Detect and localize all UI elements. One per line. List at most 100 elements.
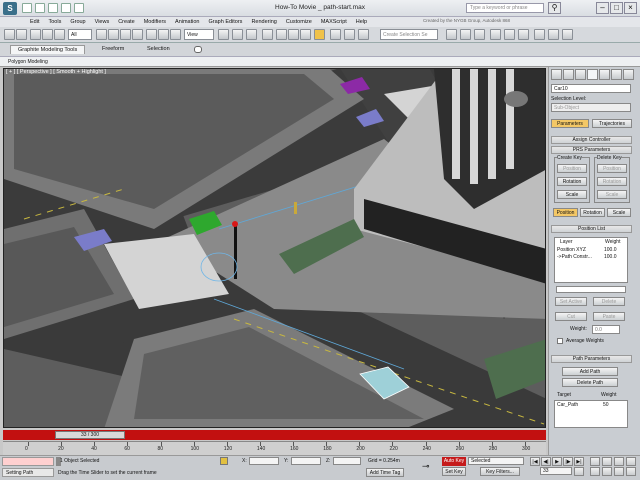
render-setup-icon[interactable]: [534, 29, 545, 40]
next-frame-icon[interactable]: |▶: [563, 457, 573, 466]
layer-manager-icon[interactable]: [358, 29, 369, 40]
menu-modifiers[interactable]: Modifiers: [144, 19, 166, 25]
track-bar[interactable]: [3, 441, 546, 455]
ref-coord-select[interactable]: View: [184, 29, 214, 40]
menu-graph-editors[interactable]: Graph Editors: [209, 19, 243, 25]
add-time-tag-button[interactable]: Add Time Tag: [366, 468, 404, 477]
close-button[interactable]: ×: [624, 2, 637, 14]
rendered-frame-icon[interactable]: [548, 29, 559, 40]
ribbon-toggle-icon[interactable]: [194, 46, 202, 53]
create-scale-key-button[interactable]: Scale: [557, 190, 587, 199]
hierarchy-panel-icon[interactable]: [575, 69, 586, 80]
create-rotation-key-button[interactable]: Rotation: [557, 177, 587, 186]
prs-parameters-rollout[interactable]: PRS Parameters: [551, 146, 632, 154]
pan-view-icon[interactable]: [602, 467, 612, 476]
unlink-icon[interactable]: [42, 29, 53, 40]
time-config-icon[interactable]: [574, 467, 584, 476]
add-path-button[interactable]: Add Path: [562, 367, 618, 376]
tab-selection[interactable]: Selection: [140, 45, 177, 54]
spinner-snap-icon[interactable]: [300, 29, 311, 40]
trajectories-button[interactable]: Trajectories: [592, 119, 632, 128]
sub-object-button[interactable]: Sub-Object: [551, 103, 631, 112]
mirror-tool-icon[interactable]: [446, 29, 457, 40]
select-by-name-icon[interactable]: [108, 29, 119, 40]
weight-spinner[interactable]: 0.0: [592, 325, 620, 334]
ribbon-panel-polygon-modeling[interactable]: Polygon Modeling: [0, 56, 640, 66]
create-position-key-button[interactable]: Position: [557, 164, 587, 173]
assign-controller-rollout[interactable]: Assign Controller: [551, 136, 632, 144]
curve-editor-icon[interactable]: [490, 29, 501, 40]
key-mode-select[interactable]: Selected: [468, 457, 524, 465]
tools-panel-icon[interactable]: [623, 69, 634, 80]
viewport-label[interactable]: [ + ] [ Perspective ] [ Smooth + Highlig…: [6, 69, 106, 75]
delete-rotation-key-button[interactable]: Rotation: [597, 177, 627, 186]
menu-views[interactable]: Views: [95, 19, 110, 25]
select-move-icon[interactable]: [146, 29, 157, 40]
pivot-center-icon[interactable]: [218, 29, 229, 40]
play-icon[interactable]: ▶: [552, 457, 562, 466]
angle-snap-icon[interactable]: [276, 29, 287, 40]
menu-animation[interactable]: Animation: [175, 19, 199, 25]
path-parameters-rollout[interactable]: Path Parameters: [551, 355, 632, 363]
list-item[interactable]: Car_Path: [557, 402, 578, 408]
render-production-icon[interactable]: [562, 29, 573, 40]
go-to-end-icon[interactable]: ▶|: [574, 457, 584, 466]
previous-frame-icon[interactable]: ◀|: [541, 457, 551, 466]
auto-key-button[interactable]: Auto Key: [442, 457, 466, 466]
align-tool-icon[interactable]: [460, 29, 471, 40]
keyboard-shortcut-icon[interactable]: [246, 29, 257, 40]
select-rotate-icon[interactable]: [158, 29, 169, 40]
named-selection-set-input[interactable]: Create Selection Se: [380, 29, 438, 40]
absolute-mode-icon[interactable]: [220, 457, 228, 465]
maximize-viewport-icon[interactable]: [626, 467, 636, 476]
menu-tools[interactable]: Tools: [48, 19, 61, 25]
key-icon[interactable]: ⊸: [422, 461, 430, 472]
zoom-all-icon[interactable]: [602, 457, 612, 466]
menu-rendering[interactable]: Rendering: [251, 19, 276, 25]
align-icon[interactable]: [344, 29, 355, 40]
select-scale-icon[interactable]: [170, 29, 181, 40]
menu-help[interactable]: Help: [356, 19, 367, 25]
minimize-button[interactable]: –: [596, 2, 609, 14]
redo-tool-icon[interactable]: [16, 29, 27, 40]
maxscript-listener[interactable]: [2, 457, 54, 466]
list-item[interactable]: ->Path Constr...: [557, 254, 592, 260]
average-weights-checkbox[interactable]: [557, 338, 563, 344]
edit-named-selection-icon[interactable]: [314, 29, 325, 40]
material-editor-icon[interactable]: [518, 29, 529, 40]
time-slider[interactable]: 33 / 300: [55, 431, 125, 439]
delete-layer-button[interactable]: Delete: [593, 297, 625, 306]
selection-filter-select[interactable]: All: [68, 29, 92, 40]
undo-tool-icon[interactable]: [4, 29, 15, 40]
current-frame-field[interactable]: 33: [540, 467, 572, 475]
orbit-icon[interactable]: [614, 467, 624, 476]
paste-button[interactable]: Paste: [593, 312, 625, 321]
delete-position-key-button[interactable]: Position: [597, 164, 627, 173]
y-coordinate-field[interactable]: [291, 457, 321, 465]
select-object-icon[interactable]: [96, 29, 107, 40]
field-of-view-icon[interactable]: [590, 467, 600, 476]
modify-panel-icon[interactable]: [563, 69, 574, 80]
set-key-button[interactable]: Set Key: [442, 467, 466, 476]
tab-freeform[interactable]: Freeform: [95, 45, 131, 54]
perspective-viewport[interactable]: [3, 68, 546, 428]
menu-maxscript[interactable]: MAXScript: [321, 19, 347, 25]
menu-customize[interactable]: Customize: [286, 19, 312, 25]
select-manipulate-icon[interactable]: [232, 29, 243, 40]
zoom-extents-all-icon[interactable]: [626, 457, 636, 466]
utilities-panel-icon[interactable]: [611, 69, 622, 80]
go-to-start-icon[interactable]: |◀: [530, 457, 540, 466]
rotation-button[interactable]: Rotation: [580, 208, 605, 217]
scene-explorer-icon[interactable]: [474, 29, 485, 40]
list-scrollbar[interactable]: [556, 286, 626, 293]
tab-graphite-modeling-tools[interactable]: Graphite Modeling Tools: [10, 45, 86, 54]
snap-toggle-icon[interactable]: [262, 29, 273, 40]
zoom-icon[interactable]: [590, 457, 600, 466]
position-list-rollout[interactable]: Position List: [551, 225, 632, 233]
mirror-icon[interactable]: [330, 29, 341, 40]
menu-edit[interactable]: Edit: [30, 19, 39, 25]
delete-scale-key-button[interactable]: Scale: [597, 190, 627, 199]
x-coordinate-field[interactable]: [249, 457, 279, 465]
scale-button[interactable]: Scale: [607, 208, 631, 217]
display-panel-icon[interactable]: [599, 69, 610, 80]
